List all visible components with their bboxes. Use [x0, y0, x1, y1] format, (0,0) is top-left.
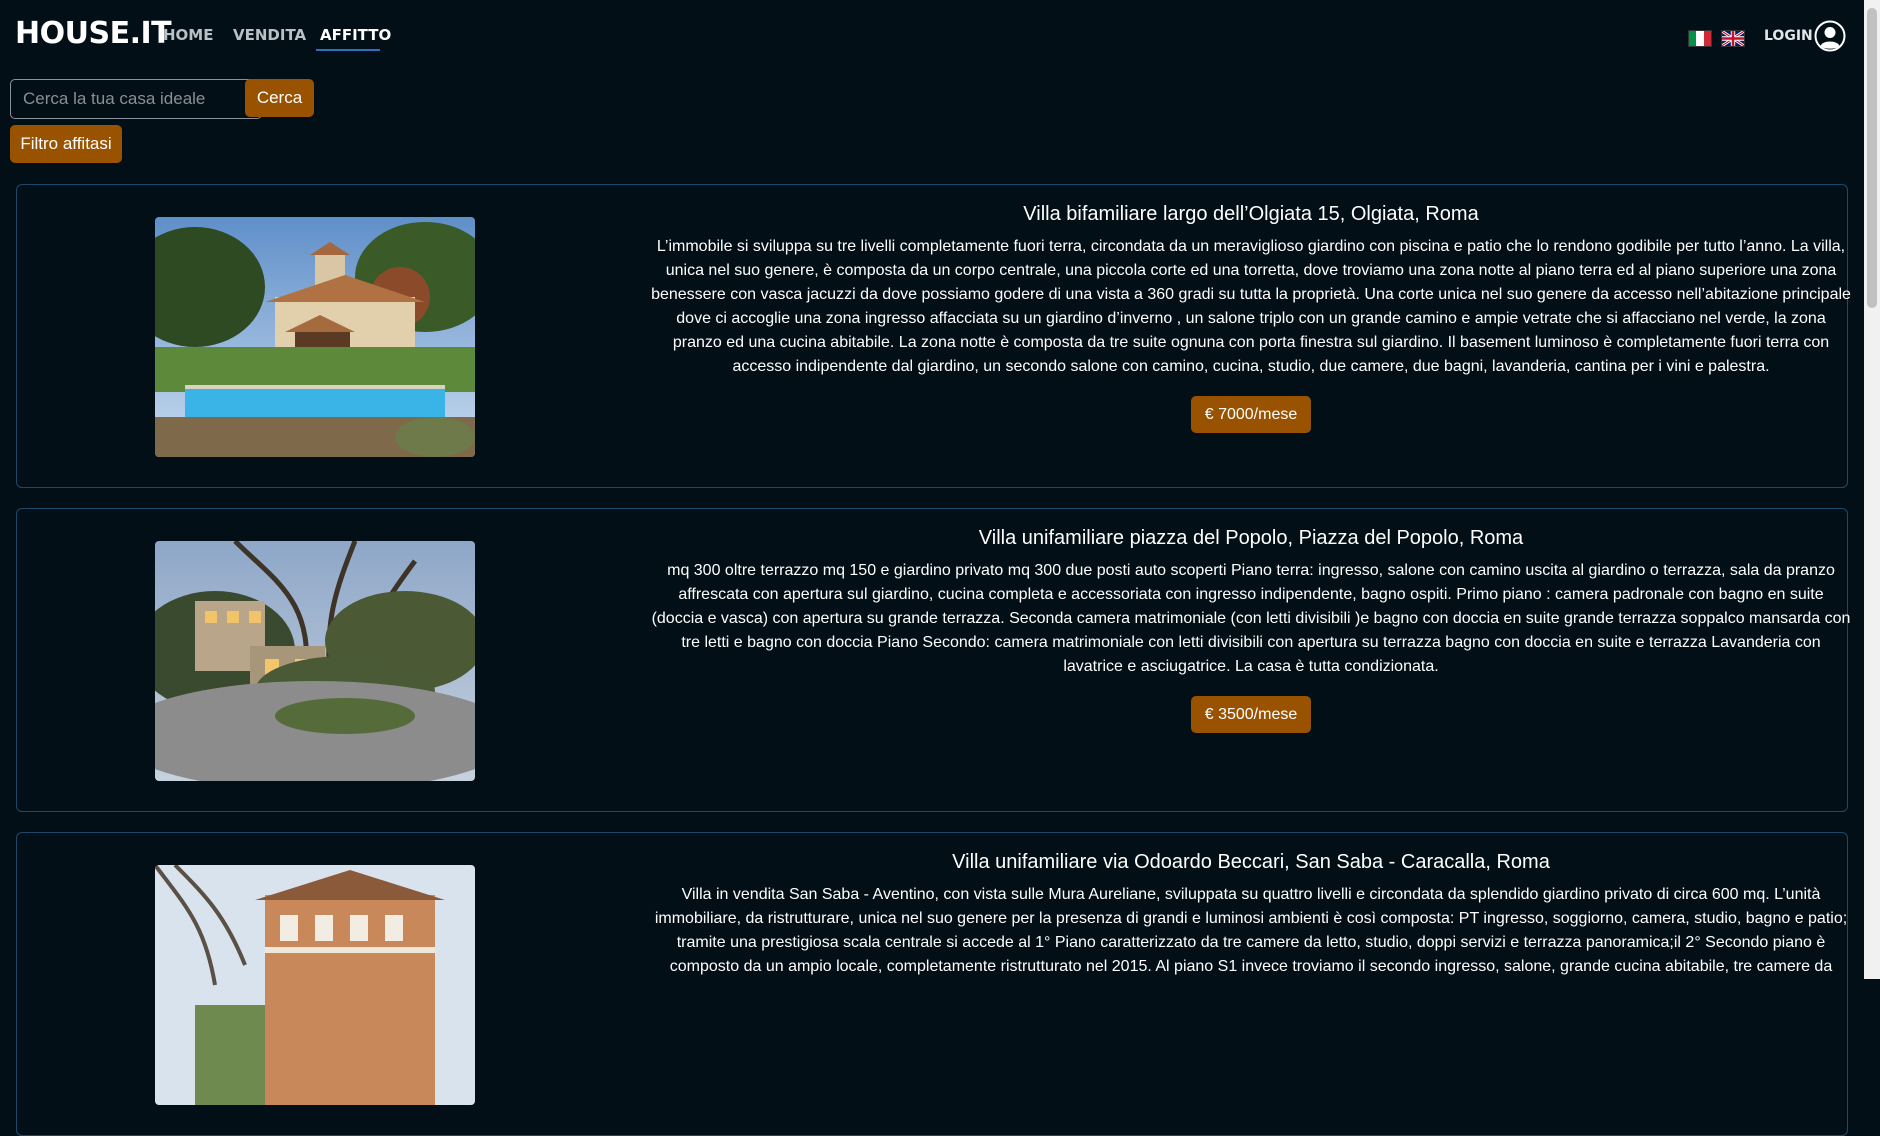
listing-price-button[interactable]: € 3500/mese: [1190, 696, 1312, 733]
listing-price-button[interactable]: € 7000/mese: [1190, 396, 1312, 433]
listing-description: L’immobile si sviluppa su tre livelli co…: [651, 238, 1851, 375]
scrollbar-thumb[interactable]: [1867, 8, 1877, 308]
listing-description: Villa in vendita San Saba - Aventino, co…: [654, 886, 1848, 975]
listing-photo[interactable]: [155, 541, 475, 781]
listing-card: Villa bifamiliare largo dell’Olgiata 15,…: [16, 184, 1851, 488]
uk-flag-icon[interactable]: [1721, 30, 1745, 47]
search-button[interactable]: Cerca: [245, 79, 314, 117]
search-input[interactable]: [10, 79, 262, 119]
listing-title[interactable]: Villa unifamiliare via Odoardo Beccari, …: [651, 849, 1851, 875]
italian-flag-icon[interactable]: [1688, 30, 1712, 47]
nav-affitto[interactable]: AFFITTO: [320, 26, 391, 44]
nav-home[interactable]: HOME: [163, 26, 213, 44]
active-tab-indicator: [316, 49, 380, 51]
listing-title[interactable]: Villa unifamiliare piazza del Popolo, Pi…: [651, 525, 1851, 551]
user-account-icon[interactable]: [1814, 20, 1846, 52]
login-link[interactable]: LOGIN: [1764, 28, 1813, 44]
listing-title[interactable]: Villa bifamiliare largo dell’Olgiata 15,…: [651, 201, 1851, 227]
nav-vendita[interactable]: VENDITA: [233, 26, 306, 44]
listing-photo[interactable]: [155, 217, 475, 457]
filter-rentals-button[interactable]: Filtro affitasi: [10, 125, 122, 163]
listing-description: mq 300 oltre terrazzo mq 150 e giardino …: [651, 562, 1851, 675]
listing-photo[interactable]: [155, 865, 475, 1105]
listing-card: Villa unifamiliare piazza del Popolo, Pi…: [16, 508, 1851, 812]
navbar: HOUSE.IT HOME VENDITA AFFITTO LOGIN: [0, 0, 1864, 72]
listing-card: Villa unifamiliare via Odoardo Beccari, …: [16, 832, 1848, 1136]
brand-logo[interactable]: HOUSE.IT: [15, 16, 172, 51]
